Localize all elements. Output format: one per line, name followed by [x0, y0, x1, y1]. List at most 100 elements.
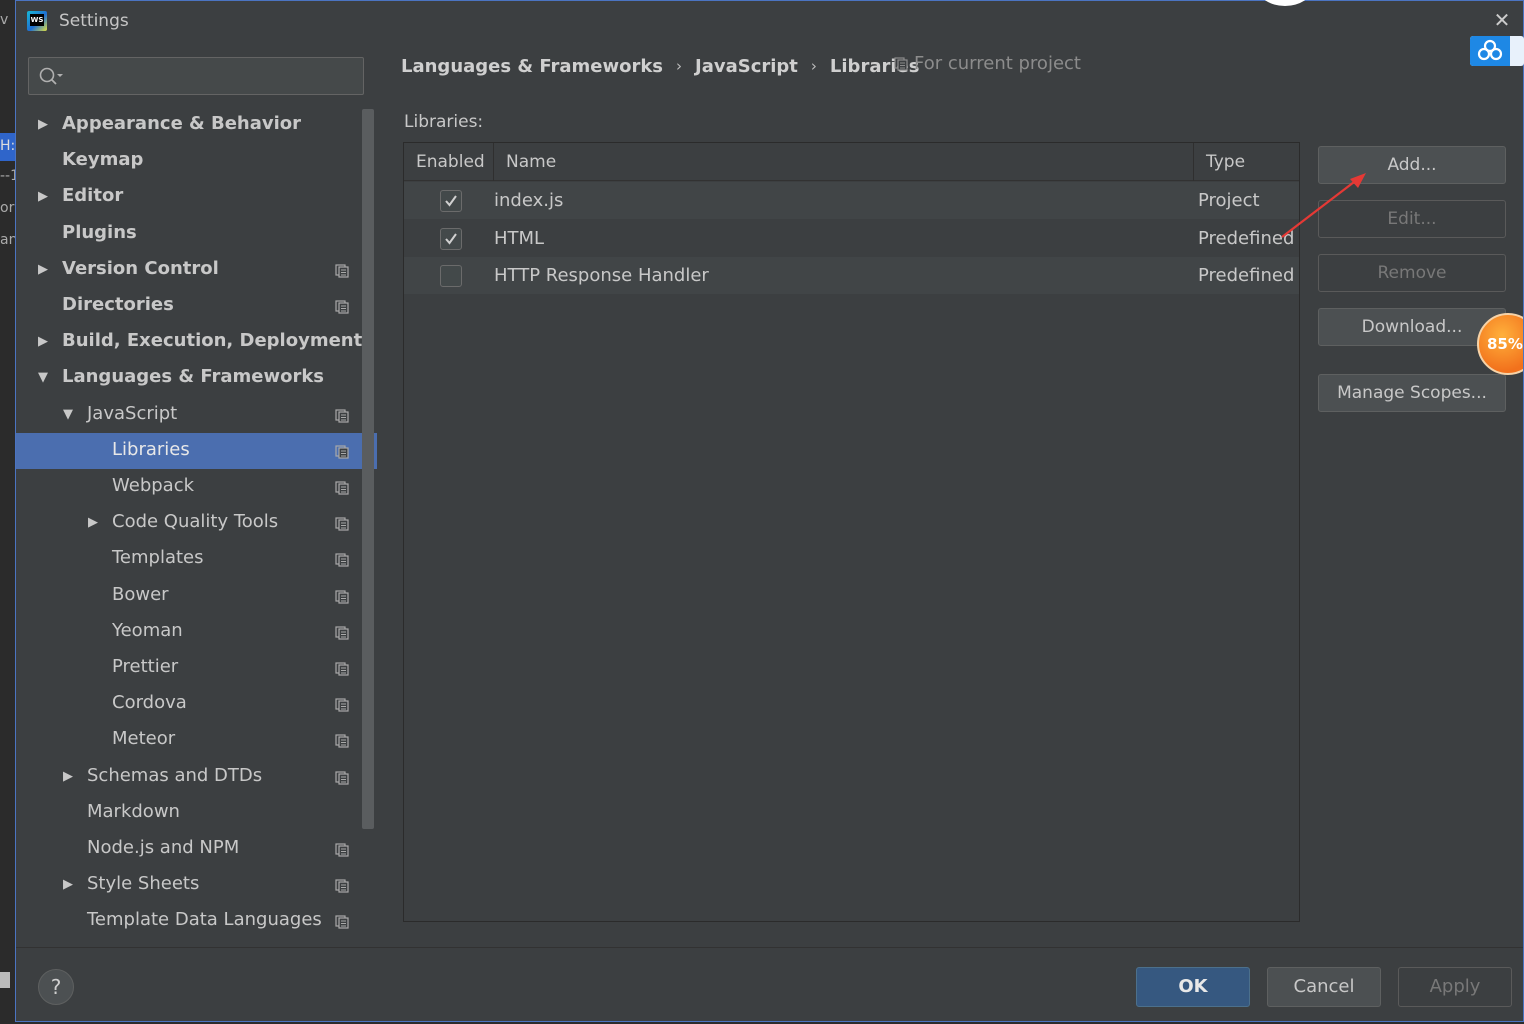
sidebar-item-label: Languages & Frameworks: [62, 366, 325, 388]
sidebar-item-label: Webpack: [112, 475, 195, 496]
libraries-table[interactable]: Enabled Name Type index.js Project HTML Pre…: [403, 142, 1300, 922]
background-text: v: [0, 12, 9, 28]
project-scope-icon: [335, 589, 349, 604]
sidebar-item-cordova[interactable]: Cordova: [16, 686, 377, 722]
column-header-enabled[interactable]: Enabled: [404, 143, 494, 181]
breadcrumb-separator: ›: [676, 57, 683, 75]
table-row[interactable]: HTTP Response Handler Predefined: [404, 257, 1299, 294]
table-row[interactable]: HTML Predefined: [404, 220, 1299, 257]
sidebar-item-label: Editor: [62, 185, 124, 207]
scope-hint: For current project: [894, 53, 1081, 74]
collapsed-arrow-icon[interactable]: ▶: [88, 516, 102, 530]
sidebar-item-label: Schemas and DTDs: [87, 764, 263, 786]
breadcrumb: Languages & Frameworks › JavaScript › Li…: [401, 54, 919, 78]
progress-badge[interactable]: 85%: [1477, 313, 1523, 375]
project-scope-icon: [335, 878, 349, 893]
background-text: H:\: [0, 138, 15, 154]
sidebar-item-plugins[interactable]: Plugins: [16, 216, 377, 252]
sidebar-item-webpack[interactable]: Webpack: [16, 469, 377, 505]
sidebar-item-appearance-behavior[interactable]: ▶ Appearance & Behavior: [16, 107, 377, 143]
sidebar-item-yeoman[interactable]: Yeoman: [16, 614, 377, 650]
sidebar-item-label: Build, Execution, Deployment: [62, 330, 363, 352]
sidebar-item-editor[interactable]: ▶ Editor: [16, 179, 377, 215]
help-button[interactable]: ?: [38, 969, 74, 1005]
sidebar-item-prettier[interactable]: Prettier: [16, 650, 377, 686]
remove-button[interactable]: Remove: [1318, 254, 1506, 292]
cloud-icon: [1470, 36, 1510, 66]
sidebar-item-label: Templates: [112, 547, 204, 569]
breadcrumb-item: Languages & Frameworks: [401, 55, 664, 77]
expanded-arrow-icon[interactable]: ▼: [63, 407, 77, 422]
collapsed-arrow-icon[interactable]: ▶: [63, 769, 77, 784]
sidebar-item-javascript[interactable]: ▼ JavaScript: [16, 397, 377, 433]
enabled-checkbox[interactable]: [440, 265, 462, 287]
enabled-checkbox[interactable]: [440, 227, 462, 250]
apply-button[interactable]: Apply: [1398, 967, 1512, 1007]
sidebar-item-label: Markdown: [87, 800, 180, 822]
project-scope-icon: [335, 914, 349, 929]
project-scope-icon: [335, 770, 349, 785]
sidebar-item-build-execution-deployment[interactable]: ▶ Build, Execution, Deployment: [16, 324, 377, 360]
project-scope-icon: [335, 263, 349, 278]
background-icon: [0, 972, 10, 988]
sidebar-item-label: JavaScript: [87, 402, 178, 424]
background-text: ora: [0, 200, 15, 216]
library-name: HTML: [494, 227, 545, 249]
sidebar-item-label: Bower: [112, 583, 169, 605]
project-scope-icon: [335, 661, 349, 676]
project-scope-icon: [335, 842, 349, 857]
sidebar-item-languages-frameworks[interactable]: ▼ Languages & Frameworks: [16, 360, 377, 396]
expanded-arrow-icon[interactable]: ▼: [38, 371, 52, 385]
collapsed-arrow-icon[interactable]: ▶: [38, 335, 52, 349]
project-scope-icon: [335, 625, 349, 640]
scope-hint-text: For current project: [914, 53, 1081, 74]
sidebar-item-node-js-and-npm[interactable]: Node.js and NPM: [16, 831, 377, 867]
background-window-strip: v H:\ --1 ora and: [0, 0, 15, 1024]
search-field[interactable]: [28, 57, 364, 95]
search-icon: [38, 66, 64, 88]
project-scope-icon: [335, 516, 349, 531]
sidebar-item-directories[interactable]: Directories: [16, 288, 377, 324]
manage-scopes-button[interactable]: Manage Scopes...: [1318, 374, 1506, 412]
sidebar-item-meteor[interactable]: Meteor: [16, 722, 377, 758]
sidebar-item-label: Keymap: [62, 149, 144, 171]
sidebar-scrollbar[interactable]: [362, 109, 374, 829]
ok-button[interactable]: OK: [1136, 967, 1250, 1007]
sidebar-item-label: Template Data Languages: [87, 909, 322, 931]
cloud-sync-widget[interactable]: [1470, 36, 1524, 66]
project-scope-icon: [335, 480, 349, 495]
project-scope-icon: [335, 697, 349, 712]
enabled-checkbox[interactable]: [440, 190, 462, 212]
sidebar-item-keymap[interactable]: Keymap: [16, 143, 377, 179]
title-bar: Settings ✕: [16, 1, 1523, 41]
sidebar-item-label: Code Quality Tools: [112, 511, 279, 533]
cancel-button[interactable]: Cancel: [1267, 967, 1381, 1007]
project-scope-icon: [335, 733, 349, 748]
sidebar-item-templates[interactable]: Templates: [16, 541, 377, 577]
collapsed-arrow-icon[interactable]: ▶: [38, 190, 52, 204]
collapsed-arrow-icon[interactable]: ▶: [63, 878, 77, 892]
sidebar-item-template-data-languages[interactable]: Template Data Languages: [16, 903, 377, 939]
sidebar-item-version-control[interactable]: ▶ Version Control: [16, 252, 377, 288]
sidebar-item-label: Version Control: [62, 257, 219, 279]
close-button[interactable]: ✕: [1491, 9, 1513, 31]
search-input[interactable]: [67, 62, 357, 90]
sidebar-item-libraries[interactable]: Libraries: [16, 432, 377, 469]
library-name: HTTP Response Handler: [494, 265, 709, 286]
table-row[interactable]: index.js Project: [404, 182, 1299, 219]
library-name: index.js: [494, 190, 564, 211]
project-scope-icon: [335, 552, 349, 567]
sidebar-item-schemas-and-dtds[interactable]: ▶ Schemas and DTDs: [16, 759, 377, 795]
libraries-label: Libraries:: [404, 112, 484, 132]
sidebar-item-bower[interactable]: Bower: [16, 578, 377, 614]
sidebar-item-label: Yeoman: [112, 619, 183, 641]
sidebar-item-markdown[interactable]: Markdown: [16, 795, 377, 831]
sidebar-item-label: Style Sheets: [87, 873, 200, 895]
sidebar-item-style-sheets[interactable]: ▶ Style Sheets: [16, 867, 377, 903]
column-header-name[interactable]: Name: [494, 143, 1194, 181]
collapsed-arrow-icon[interactable]: ▶: [38, 262, 52, 277]
window-title: Settings: [59, 11, 129, 31]
collapsed-arrow-icon[interactable]: ▶: [38, 118, 52, 132]
settings-sidebar: ▶ Appearance & Behavior Keymap ▶ Editor Plugi…: [16, 41, 377, 947]
sidebar-item-code-quality-tools[interactable]: ▶ Code Quality Tools: [16, 505, 377, 541]
